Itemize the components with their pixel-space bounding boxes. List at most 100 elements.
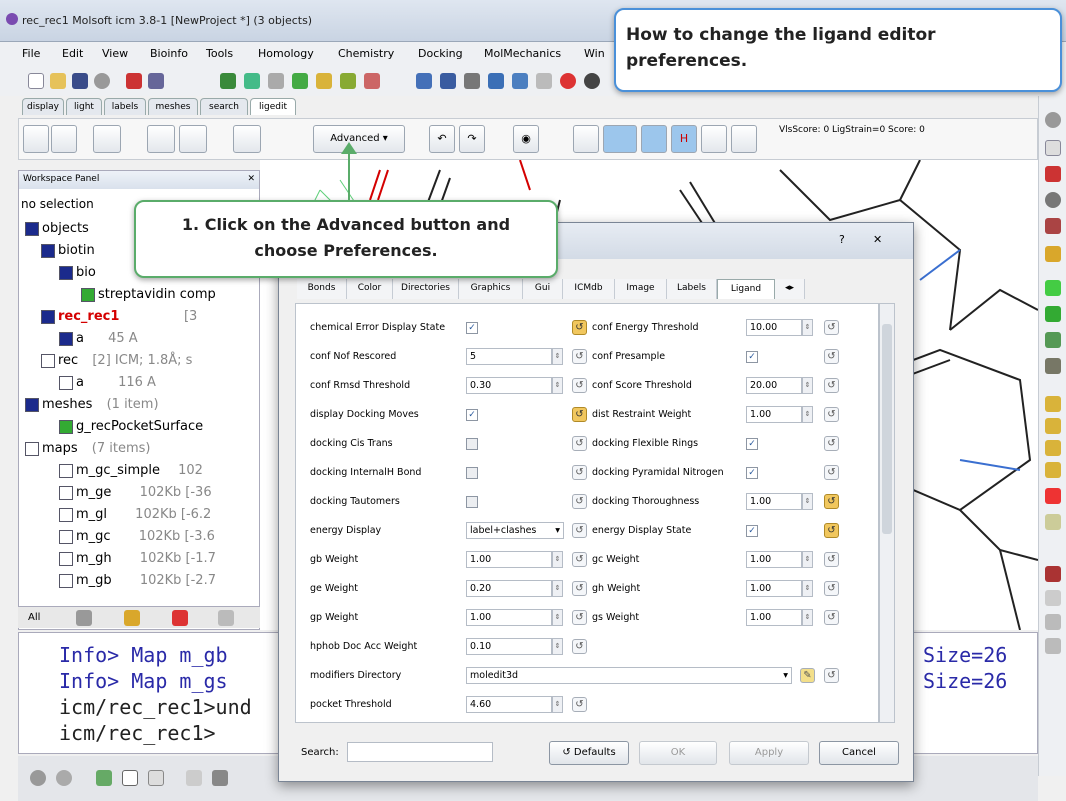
star-icon[interactable] <box>1045 614 1061 630</box>
tree-item-a[interactable]: a 45 A <box>59 331 138 346</box>
prop-checkbox[interactable]: ✓ <box>746 467 758 479</box>
spin-arrows[interactable]: ⇕ <box>552 696 563 713</box>
window-icon[interactable] <box>122 770 138 786</box>
more-icon[interactable] <box>218 610 234 626</box>
prop-spinbox[interactable]: 0.10 <box>466 638 552 655</box>
search-input[interactable] <box>347 742 493 762</box>
stop-icon[interactable] <box>30 770 46 786</box>
tab-scroll-arrows[interactable]: ◂▸ <box>775 279 805 299</box>
grid-icon[interactable] <box>364 73 380 89</box>
tab-icmdb[interactable]: ICMdb <box>563 279 615 299</box>
copy-icon[interactable] <box>233 125 261 153</box>
table-icon[interactable] <box>416 73 432 89</box>
spin-arrows[interactable]: ⇕ <box>802 609 813 626</box>
prop-checkbox[interactable] <box>466 496 478 508</box>
reset-icon[interactable]: ↺ <box>572 523 587 538</box>
prop-spinbox[interactable]: 5 <box>466 348 552 365</box>
tab-search[interactable]: search <box>200 98 248 115</box>
reset-icon[interactable]: ↺ <box>572 465 587 480</box>
reset-icon[interactable]: ↺ <box>572 639 587 654</box>
reset-icon[interactable]: ↺ <box>824 320 839 335</box>
prop-spinbox[interactable]: 10.00 <box>746 319 802 336</box>
spin-arrows[interactable]: ⇕ <box>802 493 813 510</box>
cycle-icon[interactable] <box>1045 140 1061 156</box>
properties-scrollbar[interactable] <box>879 303 895 723</box>
rotate-icon[interactable] <box>268 73 284 89</box>
refresh-icon[interactable] <box>731 125 757 153</box>
table-icon[interactable] <box>148 770 164 786</box>
spin-arrows[interactable]: ⇕ <box>802 580 813 597</box>
edit-icon[interactable] <box>93 125 121 153</box>
move-icon[interactable] <box>1045 166 1061 182</box>
menu-molmechanics[interactable]: MolMechanics <box>484 47 561 60</box>
tree-item-objects[interactable]: objects <box>25 221 89 236</box>
menu-docking[interactable]: Docking <box>418 47 463 60</box>
reset-icon[interactable]: ↺ <box>572 610 587 625</box>
dim-icon[interactable] <box>1045 396 1061 412</box>
hand-icon[interactable] <box>1045 638 1061 654</box>
prop-checkbox[interactable] <box>466 467 478 479</box>
sequence-icon[interactable] <box>440 73 456 89</box>
box-icon[interactable] <box>1045 332 1061 348</box>
tab-light[interactable]: light <box>66 98 102 115</box>
tab-color[interactable]: Color <box>347 279 393 299</box>
tree-item-map[interactable]: m_gb 102Kb [-2.7 <box>59 573 216 588</box>
tab-bonds[interactable]: Bonds <box>297 279 347 299</box>
ok-button[interactable]: OK <box>639 741 717 765</box>
helix-icon[interactable] <box>316 73 332 89</box>
menu-windows[interactable]: Win <box>584 47 605 60</box>
reset-icon[interactable]: ↺ <box>824 552 839 567</box>
zoom-icon[interactable] <box>1045 192 1061 208</box>
align-icon[interactable] <box>464 73 480 89</box>
prop-spinbox[interactable]: 20.00 <box>746 377 802 394</box>
residue-icon[interactable] <box>340 73 356 89</box>
spin-arrows[interactable]: ⇕ <box>802 406 813 423</box>
prop-checkbox[interactable]: ✓ <box>746 351 758 363</box>
tab-gui[interactable]: Gui <box>523 279 563 299</box>
close-icon[interactable]: ✕ <box>873 233 882 246</box>
reset-icon[interactable]: ↺ <box>572 320 587 335</box>
reset-icon[interactable]: ↺ <box>824 465 839 480</box>
sort-icon[interactable] <box>1045 590 1061 606</box>
menu-chemistry[interactable]: Chemistry <box>338 47 394 60</box>
layout-icon[interactable] <box>512 73 528 89</box>
open-icon[interactable] <box>50 73 66 89</box>
prop-spinbox[interactable]: 0.30 <box>466 377 552 394</box>
menu-homology[interactable]: Homology <box>258 47 314 60</box>
tab-ligedit[interactable]: ligedit <box>250 98 296 115</box>
prop-spinbox[interactable]: 1.00 <box>746 493 802 510</box>
prop-spinbox[interactable]: 0.20 <box>466 580 552 597</box>
prop-spinbox[interactable]: 1.00 <box>746 551 802 568</box>
dim4-icon[interactable] <box>1045 462 1061 478</box>
apply-button[interactable]: Apply <box>729 741 809 765</box>
target-icon[interactable]: ◉ <box>513 125 539 153</box>
surface-icon[interactable] <box>1045 280 1061 296</box>
chain-icon[interactable] <box>292 73 308 89</box>
settings-icon[interactable] <box>94 73 110 89</box>
redo-icon[interactable]: ↷ <box>459 125 485 153</box>
reset-icon[interactable]: ↺ <box>824 581 839 596</box>
spin-arrows[interactable]: ⇕ <box>802 377 813 394</box>
tab-labels[interactable]: Labels <box>667 279 717 299</box>
menu-file[interactable]: File <box>22 47 40 60</box>
tree-item-map[interactable]: m_gc_simple 102 <box>59 463 203 478</box>
spin-arrows[interactable]: ⇕ <box>552 638 563 655</box>
search-icon[interactable] <box>148 73 164 89</box>
reset-icon[interactable]: ↺ <box>572 581 587 596</box>
tab-graphics[interactable]: Graphics <box>459 279 523 299</box>
panel-icon[interactable] <box>96 770 112 786</box>
sphere-icon[interactable] <box>641 125 667 153</box>
grid-ligand-icon[interactable] <box>179 125 207 153</box>
atom-icon[interactable] <box>1045 306 1061 322</box>
help-icon[interactable]: ? <box>839 233 845 246</box>
tree-item-pocket-surface[interactable]: g_recPocketSurface <box>59 419 203 434</box>
menu-view[interactable]: View <box>102 47 128 60</box>
prop-checkbox[interactable]: ✓ <box>746 525 758 537</box>
menu-edit[interactable]: Edit <box>62 47 83 60</box>
tree-item-a2[interactable]: a 116 A <box>59 375 156 390</box>
spin-arrows[interactable]: ⇕ <box>802 551 813 568</box>
label-icon[interactable] <box>1045 246 1061 262</box>
fragment-icon[interactable] <box>147 125 175 153</box>
flex-icon[interactable] <box>603 125 637 153</box>
new-icon[interactable] <box>28 73 44 89</box>
